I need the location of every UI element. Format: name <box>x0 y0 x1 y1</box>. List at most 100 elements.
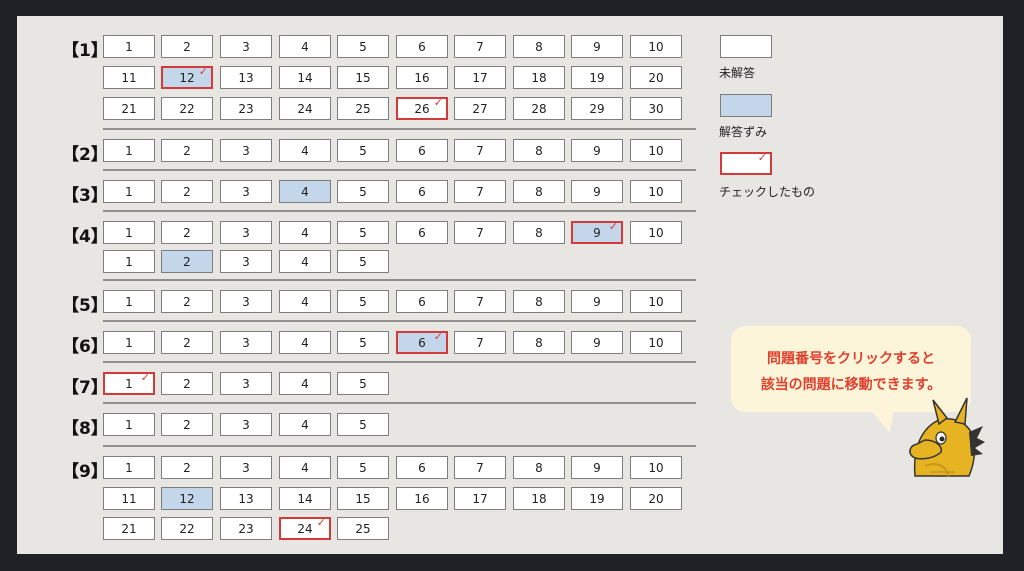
question-button-3-5[interactable]: 5 <box>337 180 389 203</box>
question-button-1-12[interactable]: 12 ✓ <box>161 65 213 89</box>
question-button-9-14[interactable]: 14 <box>279 487 331 510</box>
question-button-4-4[interactable]: 4 <box>279 221 331 244</box>
question-button-1-27[interactable]: 27 <box>454 97 506 120</box>
question-button-5-4[interactable]: 4 <box>279 290 331 313</box>
question-button-1-17[interactable]: 17 <box>454 66 506 89</box>
question-button-1-26[interactable]: 26 ✓ <box>396 96 448 120</box>
question-button-3-3[interactable]: 3 <box>220 180 272 203</box>
question-button-4-8[interactable]: 8 <box>513 221 565 244</box>
question-button-9-5[interactable]: 5 <box>337 456 389 479</box>
question-button-2-2[interactable]: 2 <box>161 139 213 162</box>
question-button-1-5[interactable]: 5 <box>337 35 389 58</box>
question-button-9-2[interactable]: 2 <box>161 456 213 479</box>
question-button-5-10[interactable]: 10 <box>630 290 682 313</box>
question-button-9-23[interactable]: 23 <box>220 517 272 540</box>
question-button-8-5[interactable]: 5 <box>337 413 389 436</box>
question-button-1-8[interactable]: 8 <box>513 35 565 58</box>
question-button-2-1[interactable]: 1 <box>103 139 155 162</box>
question-button-4-4[interactable]: 4 <box>279 250 331 273</box>
question-button-4-1[interactable]: 1 <box>103 250 155 273</box>
question-button-5-5[interactable]: 5 <box>337 290 389 313</box>
question-button-9-15[interactable]: 15 <box>337 487 389 510</box>
question-button-5-8[interactable]: 8 <box>513 290 565 313</box>
question-button-2-6[interactable]: 6 <box>396 139 448 162</box>
question-button-1-30[interactable]: 30 <box>630 97 682 120</box>
question-button-3-1[interactable]: 1 <box>103 180 155 203</box>
question-button-3-4[interactable]: 4 <box>279 180 331 203</box>
question-button-4-3[interactable]: 3 <box>220 221 272 244</box>
question-button-1-22[interactable]: 22 <box>161 97 213 120</box>
question-button-3-6[interactable]: 6 <box>396 180 448 203</box>
question-button-9-8[interactable]: 8 <box>513 456 565 479</box>
question-button-9-22[interactable]: 22 <box>161 517 213 540</box>
question-button-7-3[interactable]: 3 <box>220 372 272 395</box>
question-button-5-1[interactable]: 1 <box>103 290 155 313</box>
question-button-1-16[interactable]: 16 <box>396 66 448 89</box>
question-button-1-25[interactable]: 25 <box>337 97 389 120</box>
question-button-9-13[interactable]: 13 <box>220 487 272 510</box>
question-button-6-4[interactable]: 4 <box>279 331 331 354</box>
question-button-9-25[interactable]: 25 <box>337 517 389 540</box>
question-button-9-7[interactable]: 7 <box>454 456 506 479</box>
question-button-5-6[interactable]: 6 <box>396 290 448 313</box>
question-button-3-9[interactable]: 9 <box>571 180 623 203</box>
question-button-3-7[interactable]: 7 <box>454 180 506 203</box>
question-button-2-5[interactable]: 5 <box>337 139 389 162</box>
question-button-1-28[interactable]: 28 <box>513 97 565 120</box>
question-button-5-2[interactable]: 2 <box>161 290 213 313</box>
question-button-9-18[interactable]: 18 <box>513 487 565 510</box>
question-button-8-4[interactable]: 4 <box>279 413 331 436</box>
question-button-6-5[interactable]: 5 <box>337 331 389 354</box>
question-button-3-8[interactable]: 8 <box>513 180 565 203</box>
question-button-3-2[interactable]: 2 <box>161 180 213 203</box>
question-button-1-1[interactable]: 1 <box>103 35 155 58</box>
question-button-1-23[interactable]: 23 <box>220 97 272 120</box>
question-button-5-3[interactable]: 3 <box>220 290 272 313</box>
question-button-2-10[interactable]: 10 <box>630 139 682 162</box>
question-button-1-13[interactable]: 13 <box>220 66 272 89</box>
question-button-6-1[interactable]: 1 <box>103 331 155 354</box>
question-button-9-24[interactable]: 24 ✓ <box>279 516 331 540</box>
question-button-1-11[interactable]: 11 <box>103 66 155 89</box>
question-button-2-7[interactable]: 7 <box>454 139 506 162</box>
question-button-4-2[interactable]: 2 <box>161 250 213 273</box>
question-button-9-17[interactable]: 17 <box>454 487 506 510</box>
question-button-4-3[interactable]: 3 <box>220 250 272 273</box>
question-button-9-19[interactable]: 19 <box>571 487 623 510</box>
question-button-9-12[interactable]: 12 <box>161 487 213 510</box>
question-button-2-3[interactable]: 3 <box>220 139 272 162</box>
question-button-6-7[interactable]: 7 <box>454 331 506 354</box>
question-button-1-14[interactable]: 14 <box>279 66 331 89</box>
question-button-1-10[interactable]: 10 <box>630 35 682 58</box>
question-button-1-29[interactable]: 29 <box>571 97 623 120</box>
question-button-9-6[interactable]: 6 <box>396 456 448 479</box>
question-button-4-10[interactable]: 10 <box>630 221 682 244</box>
question-button-4-1[interactable]: 1 <box>103 221 155 244</box>
question-button-1-3[interactable]: 3 <box>220 35 272 58</box>
question-button-1-21[interactable]: 21 <box>103 97 155 120</box>
question-button-4-5[interactable]: 5 <box>337 221 389 244</box>
question-button-9-10[interactable]: 10 <box>630 456 682 479</box>
question-button-9-11[interactable]: 11 <box>103 487 155 510</box>
question-button-1-19[interactable]: 19 <box>571 66 623 89</box>
question-button-1-24[interactable]: 24 <box>279 97 331 120</box>
question-button-1-2[interactable]: 2 <box>161 35 213 58</box>
question-button-4-7[interactable]: 7 <box>454 221 506 244</box>
question-button-5-9[interactable]: 9 <box>571 290 623 313</box>
question-button-7-1[interactable]: 1 ✓ <box>103 371 155 395</box>
question-button-2-9[interactable]: 9 <box>571 139 623 162</box>
question-button-8-1[interactable]: 1 <box>103 413 155 436</box>
question-button-6-6[interactable]: 6 ✓ <box>396 330 448 354</box>
question-button-4-5[interactable]: 5 <box>337 250 389 273</box>
question-button-8-2[interactable]: 2 <box>161 413 213 436</box>
question-button-4-2[interactable]: 2 <box>161 221 213 244</box>
question-button-1-6[interactable]: 6 <box>396 35 448 58</box>
question-button-7-2[interactable]: 2 <box>161 372 213 395</box>
question-button-9-20[interactable]: 20 <box>630 487 682 510</box>
question-button-1-18[interactable]: 18 <box>513 66 565 89</box>
question-button-4-9[interactable]: 9 ✓ <box>571 220 623 244</box>
question-button-9-21[interactable]: 21 <box>103 517 155 540</box>
question-button-1-7[interactable]: 7 <box>454 35 506 58</box>
question-button-8-3[interactable]: 3 <box>220 413 272 436</box>
question-button-9-16[interactable]: 16 <box>396 487 448 510</box>
